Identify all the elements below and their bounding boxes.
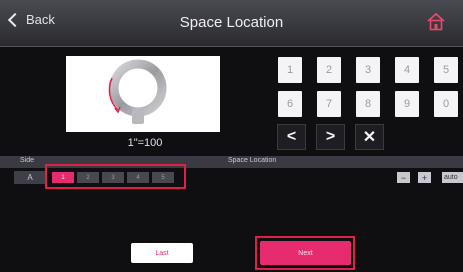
last-button[interactable]: Last bbox=[131, 243, 193, 263]
page-title: Space Location bbox=[179, 14, 284, 31]
decrement-button[interactable]: − bbox=[397, 172, 410, 183]
key-2[interactable]: 2 bbox=[317, 57, 341, 83]
space-location-header: Space Location bbox=[228, 157, 277, 164]
scale-label: 1"=100 bbox=[127, 137, 163, 149]
close-icon: ✕ bbox=[362, 129, 377, 146]
key-1[interactable]: 1 bbox=[278, 57, 302, 83]
ring-illustration bbox=[108, 59, 167, 124]
prev-arrow-button[interactable]: < bbox=[277, 124, 306, 150]
key-9[interactable]: 9 bbox=[395, 91, 419, 117]
next-arrow-button[interactable]: > bbox=[316, 124, 345, 150]
chevron-right-icon: > bbox=[325, 128, 336, 145]
side-column-header: Side bbox=[20, 157, 35, 164]
key-7[interactable]: 7 bbox=[317, 91, 341, 117]
key-8[interactable]: 8 bbox=[356, 91, 380, 117]
key-6[interactable]: 6 bbox=[278, 91, 302, 117]
chevron-left-icon: < bbox=[286, 128, 297, 145]
key-4[interactable]: 4 bbox=[395, 57, 419, 83]
increment-button[interactable]: + bbox=[418, 172, 431, 183]
ring-preview-panel bbox=[66, 56, 220, 132]
key-5[interactable]: 5 bbox=[434, 57, 458, 83]
location-highlight-box bbox=[45, 164, 186, 189]
key-0[interactable]: 0 bbox=[434, 91, 458, 117]
home-icon[interactable] bbox=[424, 10, 448, 34]
clear-button[interactable]: ✕ bbox=[355, 124, 384, 150]
next-highlight-box bbox=[255, 236, 355, 270]
key-3[interactable]: 3 bbox=[356, 57, 380, 83]
auto-button[interactable]: auto bbox=[442, 172, 463, 183]
side-value: A bbox=[14, 171, 46, 184]
